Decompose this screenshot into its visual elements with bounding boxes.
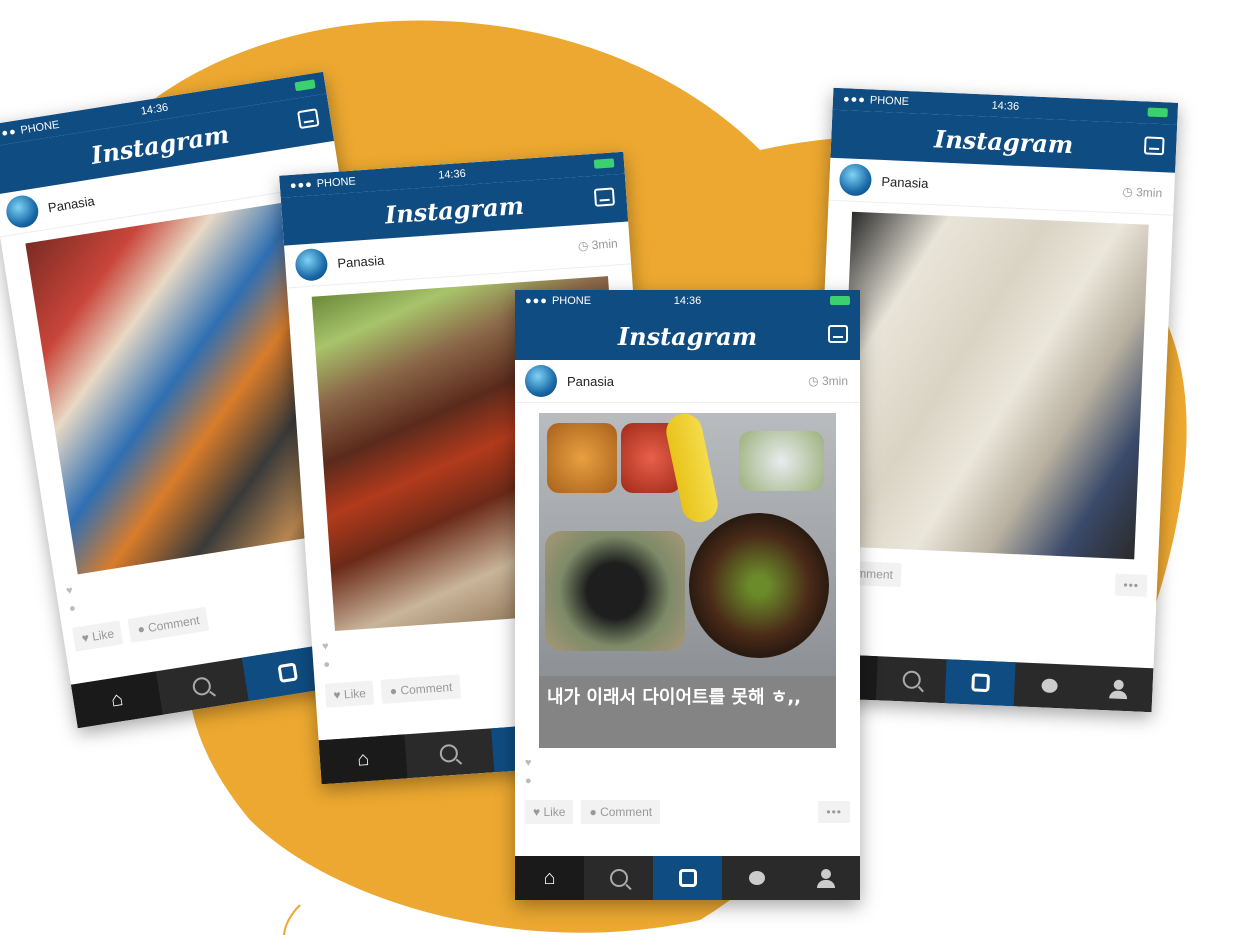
tab-home[interactable]: ⌂: [318, 734, 408, 785]
home-icon: ⌂: [356, 747, 370, 771]
inbox-icon[interactable]: [828, 325, 848, 343]
tab-profile[interactable]: [1083, 665, 1154, 712]
search-icon: [609, 869, 628, 887]
inbox-icon[interactable]: [297, 108, 320, 130]
salad: [739, 431, 824, 491]
time-ago: ◷ 3min: [577, 236, 619, 254]
time-ago: ◷ 3min: [808, 374, 848, 388]
time-ago-label: 3min: [821, 374, 848, 388]
camera-icon: [970, 673, 990, 693]
comment-button[interactable]: ● Comment: [381, 674, 462, 704]
avatar[interactable]: [4, 193, 41, 230]
username[interactable]: Panasia: [567, 374, 614, 389]
post-photo[interactable]: [837, 211, 1149, 560]
profile-icon: [1112, 679, 1124, 690]
tab-search[interactable]: [584, 856, 653, 900]
app-title: Instagram: [617, 321, 758, 351]
like-button[interactable]: ♥ Like: [324, 680, 375, 708]
like-label: Like: [91, 626, 116, 644]
like-button[interactable]: ♥ Like: [72, 620, 124, 652]
inbox-icon[interactable]: [1143, 136, 1165, 156]
battery-icon: [593, 158, 615, 169]
battery-icon: [830, 296, 850, 305]
camera-icon: [277, 662, 298, 684]
noodle-soup: [689, 513, 829, 658]
activity-icon: [1040, 678, 1058, 694]
phone-screen-4: ●●● PHONE 14:36 Instagram Panasia ◷ 3min…: [806, 87, 1179, 713]
tab-search[interactable]: [405, 728, 494, 778]
activity-icon: [748, 871, 765, 885]
fried-chicken: [547, 423, 617, 493]
search-icon: [439, 743, 459, 763]
time-ago: ◷ 3min: [1122, 184, 1163, 201]
tab-camera[interactable]: [653, 856, 722, 900]
search-icon: [191, 675, 213, 697]
app-title: Instagram: [933, 123, 1074, 159]
post-photo[interactable]: 내가 이래서 다이어트를 못해 ㅎ,,: [539, 413, 836, 748]
avatar[interactable]: [838, 163, 873, 197]
comment-label: Comment: [399, 679, 453, 698]
username[interactable]: Panasia: [337, 252, 385, 270]
time-ago-label: 3min: [1135, 185, 1163, 201]
tab-camera[interactable]: [944, 659, 1016, 707]
time-ago-label: 3min: [591, 236, 619, 253]
status-time: 14:36: [673, 295, 702, 307]
like-label: Like: [543, 805, 566, 819]
like-button[interactable]: ♥ Like: [525, 800, 574, 824]
app-header: Instagram: [515, 312, 860, 360]
tab-activity[interactable]: [1014, 662, 1085, 709]
rice: [545, 531, 685, 651]
username[interactable]: Panasia: [881, 173, 929, 190]
comment-button[interactable]: ● Comment: [581, 800, 661, 824]
app-title: Instagram: [383, 190, 525, 229]
search-icon: [901, 670, 921, 690]
action-bar: ♥ Like ● Comment •••: [515, 796, 860, 828]
like-label: Like: [343, 685, 367, 702]
battery-icon: [1147, 107, 1168, 118]
post-caption: 내가 이래서 다이어트를 못해 ㅎ,,: [539, 676, 836, 748]
post-meta: ♥ ●: [525, 757, 532, 787]
tab-search[interactable]: [876, 656, 947, 703]
tab-profile[interactable]: [791, 856, 860, 900]
username[interactable]: Panasia: [47, 193, 96, 215]
tab-bar: ⌂: [515, 856, 860, 900]
more-options-button[interactable]: •••: [1114, 573, 1148, 597]
meal-tray: [539, 413, 836, 676]
comment-label: Comment: [600, 805, 653, 819]
profile-icon: [816, 869, 835, 888]
avatar[interactable]: [294, 247, 329, 282]
tab-home[interactable]: ⌂: [515, 856, 584, 900]
comment-label: Comment: [147, 612, 201, 635]
phone-screen-3: ●●● PHONE 14:36 Instagram Panasia ◷ 3min…: [515, 290, 860, 900]
post-header: Panasia ◷ 3min: [515, 360, 860, 403]
comment-button[interactable]: ● Comment: [127, 606, 210, 643]
status-bar: ●●● PHONE 14:36: [515, 290, 860, 312]
avatar[interactable]: [525, 365, 557, 397]
tab-activity[interactable]: [722, 856, 791, 900]
action-bar: ● Comment •••: [812, 555, 1158, 602]
camera-icon: [678, 869, 697, 887]
inbox-icon[interactable]: [593, 187, 616, 207]
home-icon: ⌂: [109, 687, 125, 712]
home-icon: ⌂: [543, 866, 556, 889]
more-options-button[interactable]: •••: [818, 801, 850, 823]
